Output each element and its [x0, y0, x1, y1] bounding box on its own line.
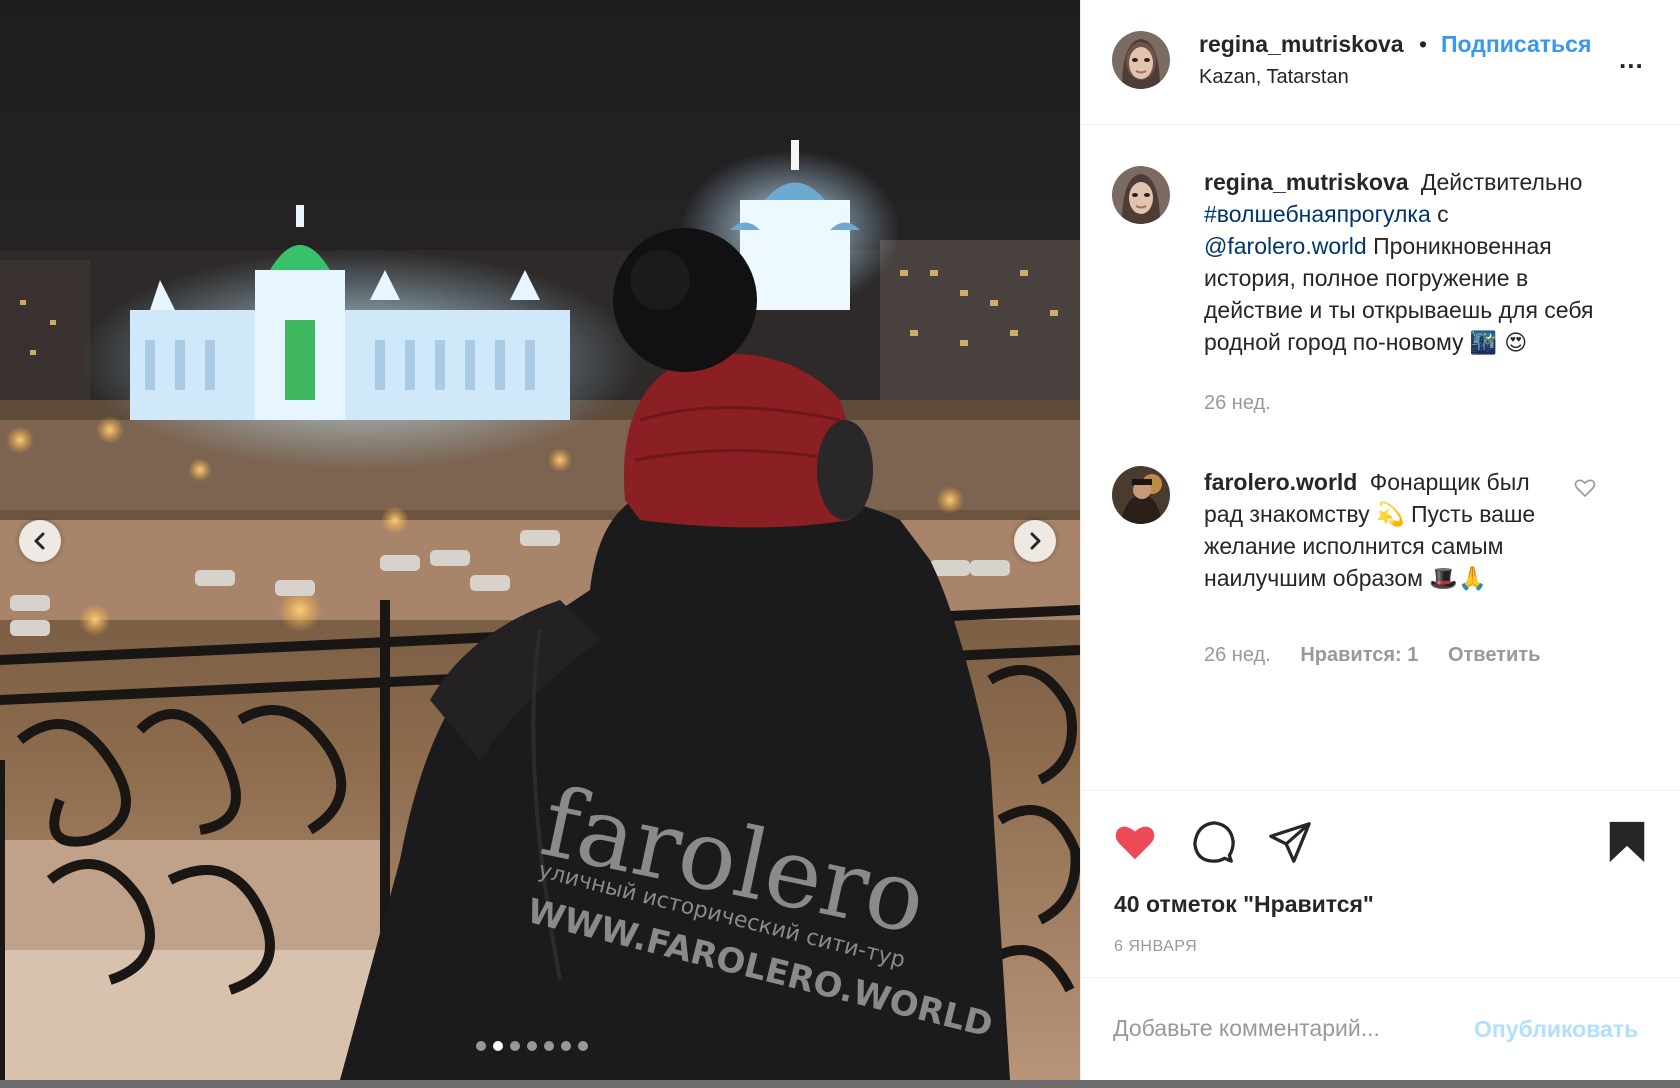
more-options-button[interactable]: ...: [1619, 44, 1644, 75]
comment-input[interactable]: [1113, 1008, 1453, 1048]
night-city-photo: farolero уличный исторический сити-тур W…: [0, 0, 1080, 1080]
reply-text: farolero.world Фонарщик был рад знакомст…: [1204, 466, 1564, 594]
carousel-dot: [493, 1041, 503, 1051]
post-side-panel: regina_mutriskova • Подписаться Kazan, T…: [1080, 0, 1680, 1080]
caption-author-username[interactable]: regina_mutriskova: [1204, 169, 1409, 195]
post-header: regina_mutriskova • Подписаться Kazan, T…: [1081, 0, 1680, 125]
hashtag-link[interactable]: #волшебнаяпрогулка: [1204, 201, 1431, 227]
carousel-dot: [510, 1041, 520, 1051]
heart-filled-icon[interactable]: [1112, 819, 1158, 865]
bookmark-icon[interactable]: [1604, 819, 1650, 865]
post-actions: 40 отметок "Нравится" 6 ЯНВАРЯ: [1081, 790, 1680, 976]
caption-emoji: 🌃 😍: [1469, 331, 1528, 356]
reply-author-username[interactable]: farolero.world: [1204, 469, 1357, 495]
like-comment-heart-icon[interactable]: [1573, 476, 1597, 500]
publish-button[interactable]: Опубликовать: [1474, 1016, 1638, 1043]
user-avatar-image: [1112, 166, 1170, 224]
post-dialog: farolero уличный исторический сити-тур W…: [0, 0, 1680, 1080]
carousel-prev-button[interactable]: [19, 520, 61, 562]
carousel-indicator: [476, 1041, 588, 1051]
avatar[interactable]: [1112, 166, 1170, 224]
post-photo[interactable]: farolero уличный исторический сити-тур W…: [0, 0, 1080, 1080]
avatar[interactable]: [1112, 31, 1170, 89]
window-bottom-strip: [0, 1080, 1680, 1088]
carousel-dot: [527, 1041, 537, 1051]
post-author-username[interactable]: regina_mutriskova: [1199, 31, 1404, 58]
carousel-dot: [578, 1041, 588, 1051]
caption-text: regina_mutriskova Действительно #волшебн…: [1204, 166, 1614, 360]
separator-dot: •: [1419, 31, 1428, 57]
comment-composer: Опубликовать: [1081, 977, 1680, 1080]
comment-icon[interactable]: [1191, 819, 1237, 865]
caption-timestamp[interactable]: 26 нед.: [1204, 392, 1271, 414]
caption-text-part: с: [1437, 201, 1449, 227]
avatar[interactable]: [1112, 466, 1170, 524]
chevron-left-icon: [34, 532, 45, 550]
user-avatar-image: [1112, 31, 1170, 89]
reply-meta: 26 нед. Нравится: 1 Ответить: [1204, 644, 1564, 667]
paper-plane-icon[interactable]: [1267, 819, 1313, 865]
carousel-dot: [476, 1041, 486, 1051]
carousel-next-button[interactable]: [1014, 520, 1056, 562]
reply-timestamp[interactable]: 26 нед.: [1204, 644, 1271, 666]
post-date[interactable]: 6 ЯНВАРЯ: [1114, 938, 1197, 956]
user-avatar-image: [1112, 466, 1170, 524]
caption-meta: 26 нед.: [1204, 392, 1295, 415]
carousel-dot: [561, 1041, 571, 1051]
likes-count[interactable]: 40 отметок "Нравится": [1114, 891, 1374, 918]
follow-button[interactable]: Подписаться: [1441, 31, 1591, 58]
post-location[interactable]: Kazan, Tatarstan: [1199, 66, 1349, 89]
mention-link[interactable]: @farolero.world: [1204, 233, 1367, 259]
carousel-dot: [544, 1041, 554, 1051]
chevron-right-icon: [1030, 532, 1041, 550]
caption-text-part: Действительно: [1420, 169, 1583, 195]
reply-likes-count[interactable]: Нравится: 1: [1300, 644, 1418, 666]
comments-list[interactable]: regina_mutriskova Действительно #волшебн…: [1081, 126, 1680, 790]
reply-button[interactable]: Ответить: [1448, 644, 1540, 666]
